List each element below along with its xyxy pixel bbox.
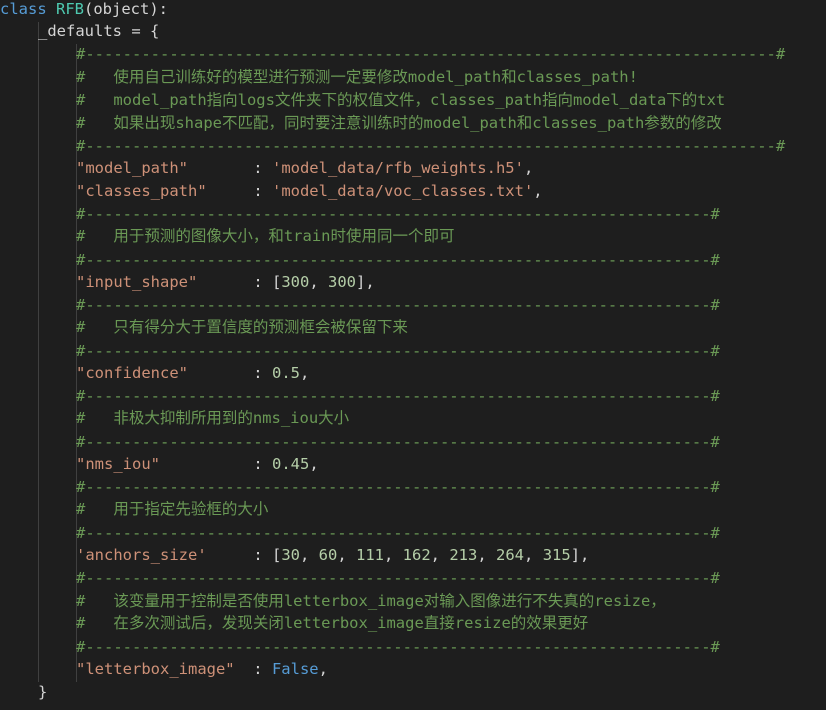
dict-value: 'model_data/rfb_weights.h5' bbox=[271, 159, 524, 177]
class-keyword: class bbox=[0, 0, 47, 18]
code-line-confidence: "confidence" : 0.5, bbox=[76, 364, 310, 382]
comment-line: # 用于指定先验框的大小 bbox=[76, 500, 269, 518]
comment-separator: #---------------------------------------… bbox=[76, 638, 720, 656]
closing-brace: } bbox=[38, 683, 48, 701]
comment-separator: #---------------------------------------… bbox=[76, 296, 720, 314]
comment-separator: #---------------------------------------… bbox=[76, 205, 720, 223]
comment-line: # model_path指向logs文件夹下的权值文件，classes_path… bbox=[76, 91, 726, 109]
number-value: 111 bbox=[356, 546, 384, 564]
comment-line: # 在多次测试后，发现关闭letterbox_image直接resize的效果更… bbox=[76, 614, 589, 632]
dict-key: "input_shape" bbox=[76, 273, 198, 291]
comment-separator: #---------------------------------------… bbox=[76, 251, 720, 269]
number-value: 300 bbox=[328, 273, 356, 291]
comment-separator: #---------------------------------------… bbox=[76, 137, 786, 155]
code-line-class-def: class RFB(object): bbox=[0, 0, 168, 20]
dict-value: 'model_data/voc_classes.txt' bbox=[271, 182, 534, 200]
code-line-input-shape: "input_shape" : [300, 300], bbox=[76, 273, 375, 291]
comment-separator: #---------------------------------------… bbox=[76, 433, 720, 451]
dict-key: "confidence" bbox=[76, 364, 188, 382]
dict-key: "model_path" bbox=[76, 159, 188, 177]
comment-line: # 用于预测的图像大小，和train时使用同一个即可 bbox=[76, 227, 455, 245]
number-value: 0.45 bbox=[271, 455, 310, 473]
code-editor[interactable]: class RFB(object): _defaults = { #------… bbox=[0, 0, 826, 710]
dict-key: "letterbox_image" bbox=[76, 660, 235, 678]
code-line-model-path: "model_path" : 'model_data/rfb_weights.h… bbox=[76, 159, 534, 177]
boolean-value: False bbox=[271, 660, 319, 678]
code-line-defaults: _defaults = { bbox=[38, 20, 159, 42]
comment-separator: #---------------------------------------… bbox=[76, 387, 720, 405]
number-value: 300 bbox=[281, 273, 310, 291]
code-line-anchors-size: 'anchors_size' : [30, 60, 111, 162, 213,… bbox=[76, 546, 590, 564]
dict-key: "classes_path" bbox=[76, 182, 207, 200]
comment-separator: #---------------------------------------… bbox=[76, 569, 720, 587]
comment-line: # 使用自己训练好的模型进行预测一定要修改model_path和classes_… bbox=[76, 68, 638, 86]
number-value: 213 bbox=[449, 546, 478, 564]
number-value: 0.5 bbox=[271, 364, 300, 382]
comment-separator: #---------------------------------------… bbox=[76, 478, 720, 496]
defaults-assign: _defaults = { bbox=[38, 22, 160, 40]
number-value: 264 bbox=[496, 546, 525, 564]
indent-guide-1 bbox=[38, 22, 39, 682]
number-value: 162 bbox=[402, 546, 431, 564]
number-value: 30 bbox=[281, 546, 300, 564]
code-line-nms-iou: "nms_iou" : 0.45, bbox=[76, 455, 319, 473]
number-value: 60 bbox=[318, 546, 338, 564]
comment-line: # 非极大抑制所用到的nms_iou大小 bbox=[76, 409, 350, 427]
dict-key: 'anchors_size' bbox=[76, 546, 207, 564]
comment-line: # 只有得分大于置信度的预测框会被保留下来 bbox=[76, 318, 408, 336]
class-name: RFB bbox=[56, 0, 85, 18]
comment-line: # 如果出现shape不匹配，同时要注意训练时的model_path和class… bbox=[76, 114, 722, 132]
number-value: 315 bbox=[542, 546, 571, 564]
class-base: (object): bbox=[84, 0, 169, 18]
dict-key: "nms_iou" bbox=[76, 455, 160, 473]
comment-line: # 该变量用于控制是否使用letterbox_image对输入图像进行不失真的r… bbox=[76, 592, 666, 610]
comment-separator: #---------------------------------------… bbox=[76, 342, 720, 360]
comment-separator: #---------------------------------------… bbox=[76, 45, 786, 63]
code-line-classes-path: "classes_path" : 'model_data/voc_classes… bbox=[76, 182, 543, 200]
code-line-letterbox-image: "letterbox_image" : False, bbox=[76, 660, 328, 678]
comment-separator: #---------------------------------------… bbox=[76, 524, 720, 542]
